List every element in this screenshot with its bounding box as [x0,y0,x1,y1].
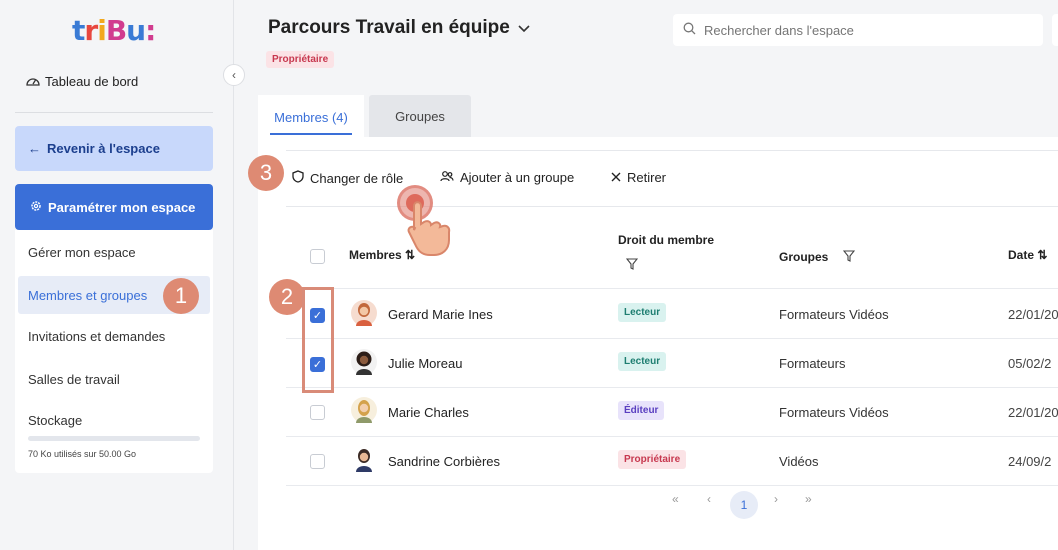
avatar [351,397,377,423]
filter-icon[interactable] [625,257,639,275]
configure-space-button[interactable]: Paramétrer mon espace [15,184,213,230]
dashboard-icon [26,74,40,89]
row-divider [286,338,1058,339]
remove-button[interactable]: Retirer [611,170,666,185]
role-column-header: Droit du membre [618,233,714,247]
storage-progress-bar [28,436,200,441]
page-title: Parcours Travail en équipe [268,17,510,38]
member-groups: Formateurs Vidéos [779,405,889,420]
groups-column-header: Groupes [779,250,828,264]
member-date: 05/02/2 [1008,356,1052,371]
change-role-label: Changer de rôle [310,170,404,186]
tab-groups[interactable]: Groupes [369,95,471,137]
checkbox-highlight-frame [302,287,334,393]
collapse-sidebar-button[interactable]: ‹ [223,64,245,86]
shield-icon [292,170,304,186]
tab-members-label: Membres (4) [274,109,348,125]
step-marker-1: 1 [163,278,199,314]
sidebar-divider [15,112,213,113]
member-name[interactable]: Marie Charles [388,405,469,420]
add-to-group-button[interactable]: Ajouter à un groupe [440,170,574,185]
search-icon [683,22,696,38]
remove-label: Retirer [627,170,667,185]
row-checkbox[interactable] [310,454,325,469]
row-divider [286,288,1058,289]
tab-members[interactable]: Membres (4) [258,95,364,139]
row-checkbox[interactable] [310,405,325,420]
pager-last-button[interactable]: » [805,492,812,506]
step-marker-2: 2 [269,279,305,315]
date-header-label: Date [1008,248,1035,262]
close-icon [611,170,621,185]
pager-current-page[interactable]: 1 [730,491,758,519]
users-icon [440,170,454,185]
date-sort-icon: ⇅ [1037,248,1048,262]
avatar [351,300,377,326]
row-divider [286,387,1058,388]
sidebar: triBu: Tableau de bord ← Revenir à l'esp… [0,0,234,550]
chevron-down-icon [518,17,530,39]
sidebar-item-workrooms[interactable]: Salles de travail [28,372,120,387]
role-badge: Lecteur [618,303,667,322]
search-box[interactable] [673,14,1043,46]
back-to-space-button[interactable]: ← Revenir à l'espace [15,126,213,171]
avatar [351,349,377,375]
storage-usage-text: 70 Ko utilisés sur 50.00 Go [28,449,137,459]
back-to-space-label: Revenir à l'espace [47,141,160,156]
select-all-checkbox[interactable] [310,249,325,264]
member-groups: Vidéos [779,454,819,469]
pager-prev-button[interactable]: ‹ [707,492,711,506]
date-column-header[interactable]: Date ⇅ [1008,248,1047,262]
sidebar-item-invitations[interactable]: Invitations et demandes [28,329,165,344]
role-header-label: Droit du membre [618,233,715,247]
dashboard-link[interactable]: Tableau de bord [26,74,138,89]
space-title-dropdown[interactable]: Parcours Travail en équipe [268,17,530,39]
tribu-logo[interactable]: triBu: [72,14,156,47]
member-date: 24/09/2 [1008,454,1052,469]
role-badge: Propriétaire [618,450,687,469]
settings-submenu: Gérer mon espace Membres et groupes Invi… [15,230,213,473]
tab-groups-label: Groupes [395,108,445,124]
active-tab-indicator [270,133,352,135]
toolbar-top-divider [286,150,1058,151]
row-divider [286,436,1058,437]
row-divider [286,485,1058,486]
pager-next-button[interactable]: › [774,492,778,506]
chevron-left-icon: ‹ [232,68,236,82]
members-panel: Changer de rôle Ajouter à un groupe Reti… [258,137,1058,550]
change-role-button[interactable]: Changer de rôle [292,170,403,186]
arrow-left-icon: ← [28,141,41,156]
role-badge: Lecteur [618,352,667,371]
groups-header-label: Groupes [779,250,829,264]
member-date: 22/01/20 [1008,405,1058,420]
role-badge: Éditeur [618,401,665,420]
header-action-button[interactable] [1052,14,1058,46]
configure-space-label: Paramétrer mon espace [48,199,196,215]
sidebar-item-storage[interactable]: Stockage [28,413,82,428]
pager-first-button[interactable]: « [672,492,679,506]
add-to-group-label: Ajouter à un groupe [460,170,575,185]
owner-status-badge: Propriétaire [266,51,335,68]
sidebar-item-manage-space[interactable]: Gérer mon espace [28,245,136,260]
groups-filter-icon[interactable] [842,249,856,267]
step-marker-3: 3 [248,155,284,191]
avatar [351,446,377,472]
member-groups: Formateurs Vidéos [779,307,889,322]
members-header-label: Membres [349,248,402,262]
member-groups: Formateurs [779,356,846,371]
member-name[interactable]: Sandrine Corbières [388,454,500,469]
dashboard-label: Tableau de bord [45,74,139,89]
gear-icon [30,200,42,215]
pointing-hand-icon [400,196,466,263]
member-name[interactable]: Gerard Marie Ines [388,307,493,322]
search-input[interactable] [704,22,1004,38]
member-name[interactable]: Julie Moreau [388,356,462,371]
member-date: 22/01/20 [1008,307,1058,322]
sidebar-item-label: Membres et groupes [28,287,148,303]
